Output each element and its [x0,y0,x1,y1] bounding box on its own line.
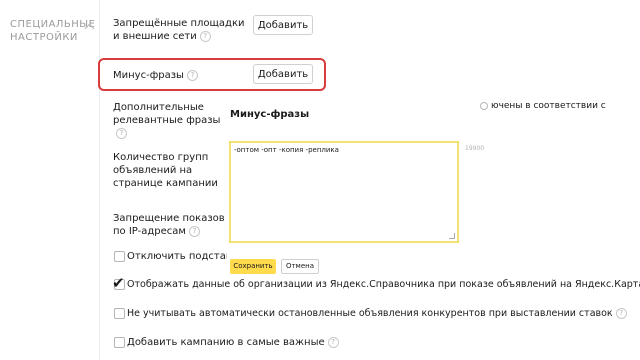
show-org-data-label: Отображать данные об организации из Янде… [127,279,640,290]
cancel-button[interactable]: Отмена [281,259,319,274]
section-title: Специальные настройки [10,19,96,43]
minus-phrases-add-button[interactable]: Добавить [253,64,313,84]
disable-substitution-label: Отключить подстанов [127,251,227,262]
radio-option[interactable]: ючены в соответствии с [480,101,606,111]
important-campaign-row: Добавить кампанию в самые важные? [127,336,339,349]
blocked-sites-add-button[interactable]: Добавить [253,15,313,35]
disable-substitution-checkbox[interactable] [114,251,125,262]
save-button[interactable]: Сохранить [230,259,276,274]
blocked-sites-label: Запрещённые площадки и внешние сети? [113,17,253,43]
help-icon[interactable]: ? [615,307,627,319]
important-campaign-label: Добавить кампанию в самые важные [127,337,325,348]
ip-ban-label-text: Запрещение показов по IP-адресам [113,213,225,237]
help-icon[interactable]: ? [186,69,198,81]
resize-handle-icon[interactable] [449,233,455,239]
help-icon[interactable]: ? [116,127,127,139]
ignore-stopped-ads-checkbox[interactable] [114,308,125,319]
show-org-data-row: Отображать данные об организации из Янде… [127,278,640,291]
help-icon[interactable]: ? [327,336,339,348]
extra-phrases-label: Дополнительные релевантные фразы? [113,101,223,140]
section-divider [99,0,100,360]
minus-phrases-label-text: Минус-фразы [113,70,184,81]
ignore-stopped-ads-label: Не учитывать автоматически остановленные… [127,308,613,319]
extra-phrases-label-text: Дополнительные релевантные фразы [113,102,221,126]
radio-button[interactable] [480,101,488,110]
groups-count-label: Количество групп объявлений на странице … [113,152,218,189]
minus-phrases-text: -оптом -опт -копия -реплика [234,146,339,154]
important-campaign-checkbox[interactable] [114,337,125,348]
minus-phrases-textarea[interactable]: -оптом -опт -копия -реплика [229,141,459,243]
checkmark-icon: ✔ [112,274,125,292]
ip-ban-label: Запрещение показов по IP-адресам? [113,212,225,240]
ignore-stopped-ads-row: Не учитывать автоматически остановленные… [127,307,627,320]
blocked-sites-label-text: Запрещённые площадки и внешние сети [113,18,245,42]
help-icon[interactable]: ? [199,30,211,42]
radio-option-label: ючены в соответствии с [491,101,606,111]
minus-phrases-label: Минус-фразы? [113,69,198,82]
popup-title: Минус-фразы [230,109,310,120]
help-icon[interactable]: ? [188,225,200,237]
character-counter: 19900 [465,145,485,152]
